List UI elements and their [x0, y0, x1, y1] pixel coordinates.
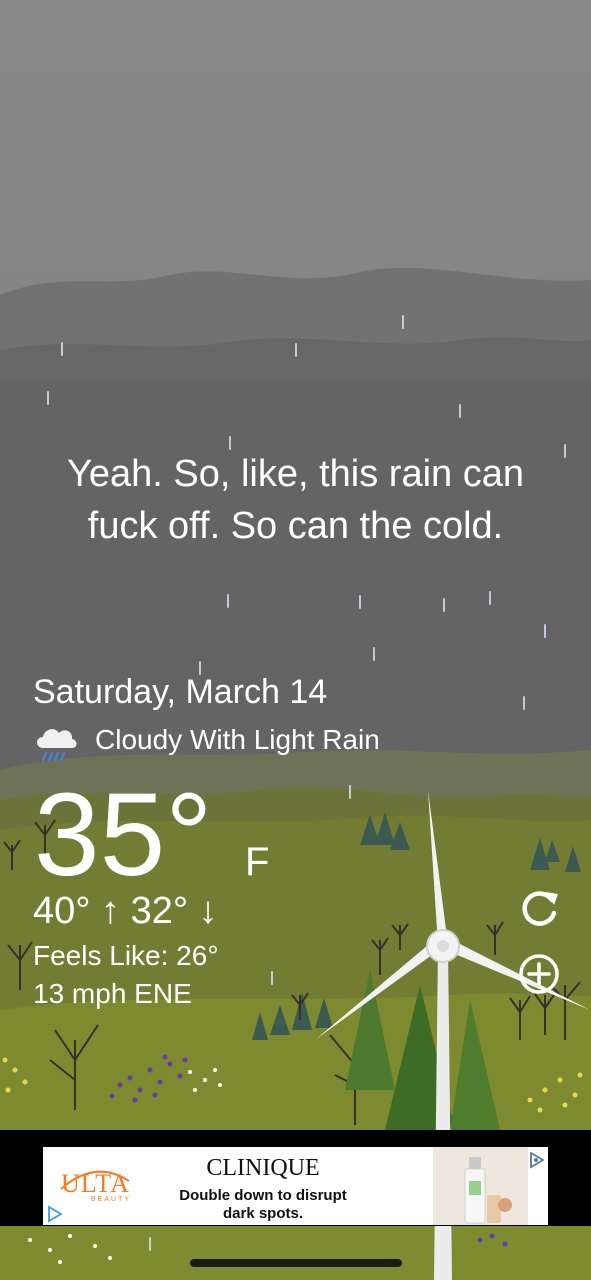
add-location-icon[interactable] [516, 951, 562, 997]
forecast-date: Saturday, March 14 [33, 673, 328, 711]
wind-speed: 13 mph ENE [33, 978, 192, 1009]
cloud-rain-icon [37, 729, 77, 762]
high-low-temperature: 40° ↑ 32° ↓ [33, 890, 218, 932]
ad-info-icon[interactable] [45, 1205, 63, 1223]
feels-like-temperature: Feels Like: 26° [33, 940, 219, 971]
ulta-logo-sub: BEAUTY [91, 1196, 132, 1203]
home-indicator[interactable] [190, 1259, 402, 1267]
condition-text: Cloudy With Light Rain [95, 724, 380, 755]
quote-line-2: fuck off. So can the cold. [87, 505, 504, 547]
temperature-unit: F [245, 840, 270, 884]
weather-scene-background [0, 0, 591, 1280]
refresh-icon[interactable] [516, 886, 562, 932]
ad-choices-icon[interactable] [527, 1151, 545, 1169]
advertisement-banner[interactable]: ULTA BEAUTY CLINIQUE Double down to disr… [43, 1147, 548, 1225]
ad-brand-name: CLINIQUE [206, 1155, 320, 1181]
ad-product-image [433, 1147, 528, 1225]
current-temperature: 35° [34, 769, 213, 901]
ad-tagline-line-2: dark spots. [222, 1205, 304, 1222]
ad-tagline-line-1: Double down to disrupt [179, 1187, 347, 1204]
weather-quote: Yeah. So, like, this rain can fuck off. … [20, 448, 571, 552]
quote-line-1: Yeah. So, like, this rain can [67, 453, 524, 495]
ulta-logo: ULTA [61, 1169, 130, 1198]
